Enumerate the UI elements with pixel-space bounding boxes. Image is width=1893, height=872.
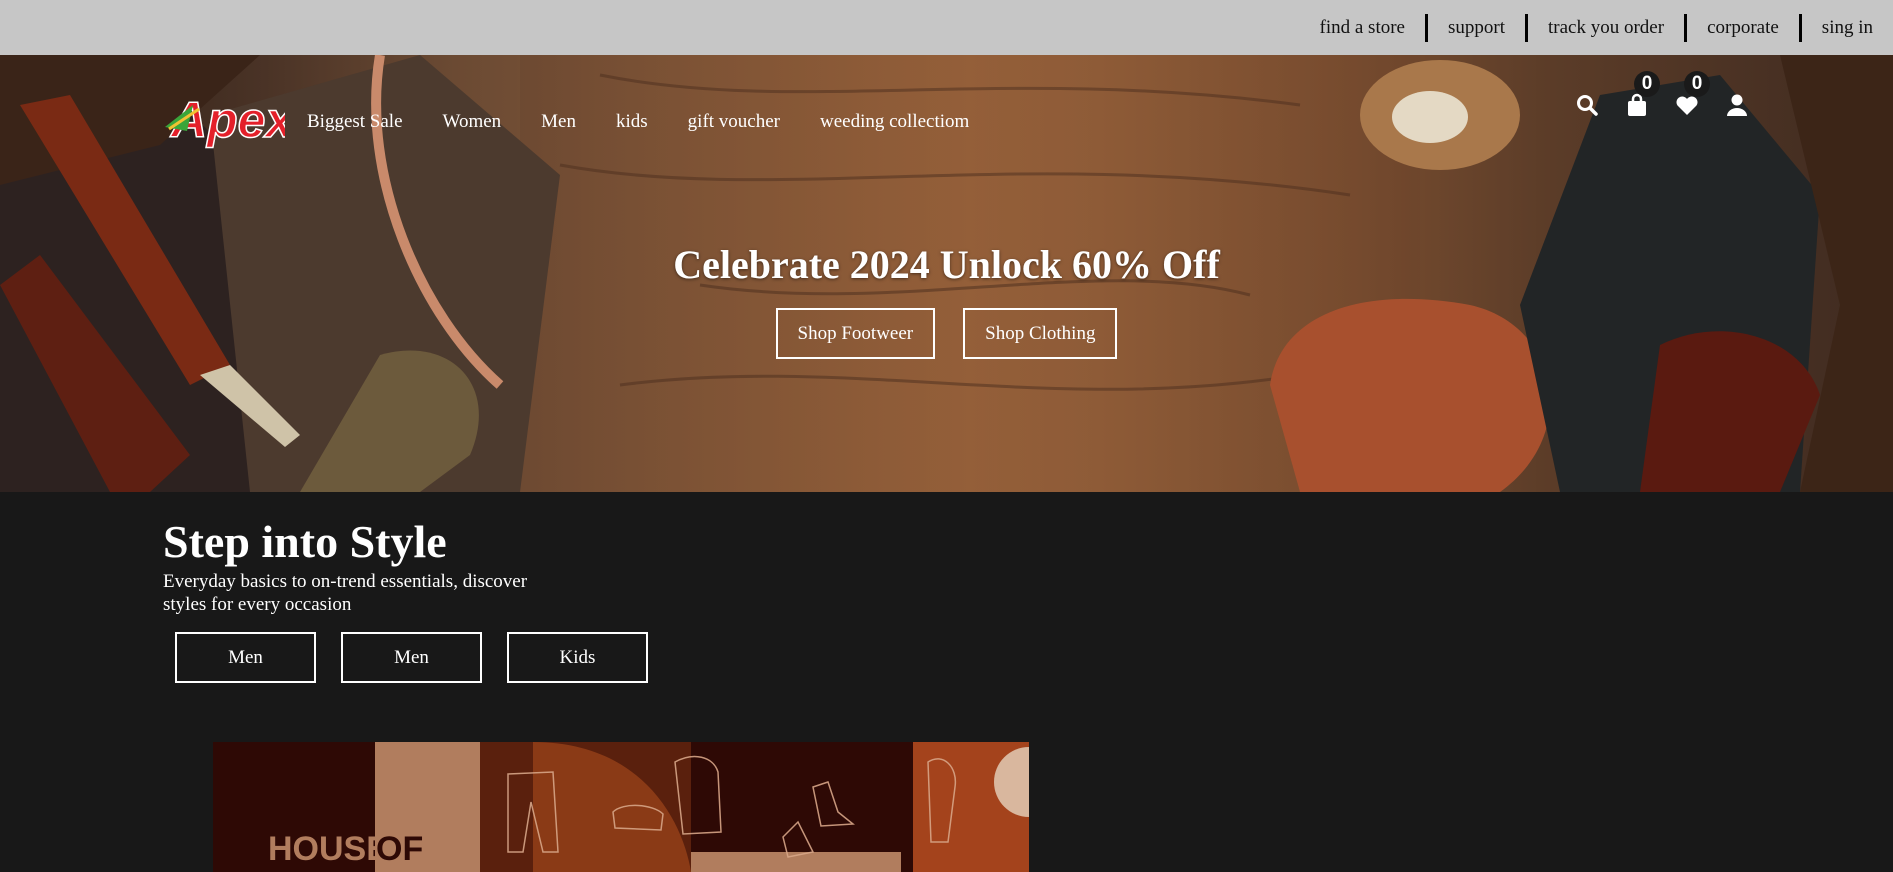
heart-icon: [1676, 96, 1698, 115]
nav-men[interactable]: Men: [541, 111, 576, 133]
search-icon: [1577, 95, 1598, 116]
wishlist-button[interactable]: 0: [1662, 71, 1712, 125]
sign-in-link[interactable]: sing in: [1802, 17, 1893, 39]
main-navigation: Apex Biggest Sale Women Men kids gift vo…: [163, 87, 1009, 157]
cart-count-badge: 0: [1634, 71, 1660, 97]
hero-banner: Apex Biggest Sale Women Men kids gift vo…: [0, 55, 1893, 492]
primary-menu: Biggest Sale Women Men kids gift voucher…: [307, 111, 1009, 133]
category-men-button[interactable]: Men: [175, 632, 316, 683]
support-link[interactable]: support: [1428, 17, 1525, 39]
section-subtitle: Everyday basics to on-trend essentials, …: [163, 571, 528, 615]
nav-gift-voucher[interactable]: gift voucher: [688, 111, 780, 133]
nav-kids[interactable]: kids: [616, 111, 648, 133]
house-of-banner[interactable]: HOUSE OF: [213, 742, 1029, 872]
wishlist-count-badge: 0: [1684, 71, 1710, 97]
banner-artwork: HOUSE OF: [213, 742, 1029, 872]
nav-women[interactable]: Women: [443, 111, 502, 133]
hero-title: Celebrate 2024 Unlock 60% Off: [673, 242, 1220, 287]
nav-wedding-collection[interactable]: weeding collectiom: [820, 111, 969, 133]
style-section: Step into Style Everyday basics to on-tr…: [163, 517, 563, 616]
banner-of-text: OF: [376, 830, 423, 868]
cart-button[interactable]: 0: [1612, 71, 1662, 125]
utility-links: find a store support track you order cor…: [1300, 0, 1893, 55]
find-store-link[interactable]: find a store: [1300, 17, 1425, 39]
corporate-link[interactable]: corporate: [1687, 17, 1799, 39]
user-icon: [1727, 94, 1747, 116]
hero-cta-group: Shop Footweer Shop Clothing: [0, 308, 1893, 359]
header-actions: 0 0: [1562, 71, 1762, 125]
banner-house-text: HOUSE: [268, 830, 389, 868]
account-button[interactable]: [1712, 85, 1762, 125]
top-utility-bar: find a store support track you order cor…: [0, 0, 1893, 55]
section-title: Step into Style: [163, 516, 447, 567]
category-kids-button[interactable]: Kids: [507, 632, 648, 683]
apex-logo[interactable]: Apex: [163, 87, 296, 157]
search-button[interactable]: [1562, 85, 1612, 125]
shop-footwear-button[interactable]: Shop Footweer: [775, 308, 936, 359]
nav-biggest-sale[interactable]: Biggest Sale: [307, 111, 403, 133]
category-buttons: Men Men Kids: [175, 632, 648, 683]
track-order-link[interactable]: track you order: [1528, 17, 1684, 39]
shop-clothing-button[interactable]: Shop Clothing: [963, 308, 1118, 359]
category-men-button-2[interactable]: Men: [341, 632, 482, 683]
